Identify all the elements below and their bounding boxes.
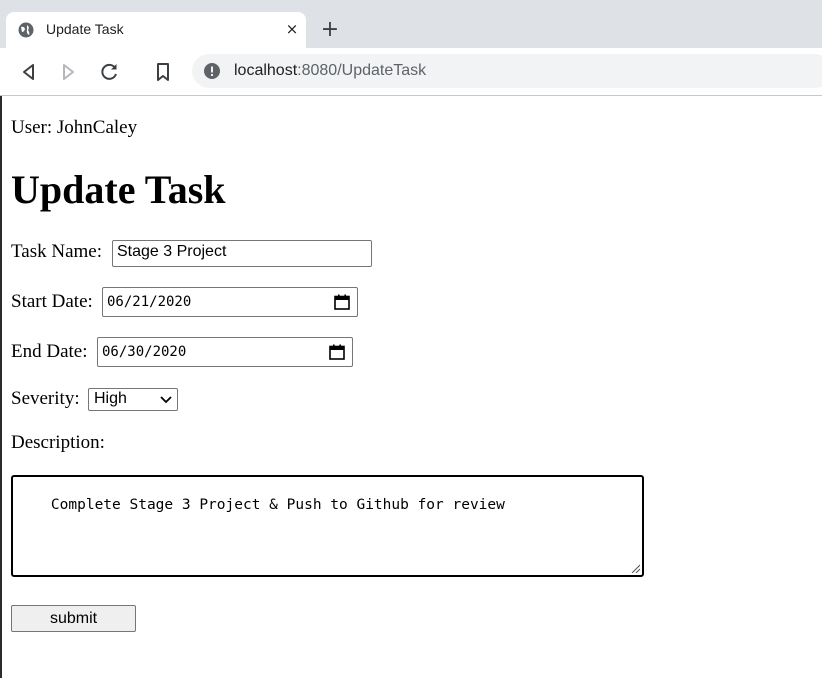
browser-tab[interactable]: Update Task × bbox=[6, 12, 306, 48]
task-name-label: Task Name: bbox=[11, 241, 103, 262]
new-tab-button[interactable]: + bbox=[318, 18, 342, 42]
globe-icon bbox=[18, 22, 34, 38]
page-title: Update Task bbox=[11, 167, 226, 212]
reload-icon[interactable] bbox=[97, 60, 121, 84]
description-value: Complete Stage 3 Project & Push to Githu… bbox=[50, 497, 505, 513]
bookmark-icon[interactable] bbox=[151, 60, 175, 84]
end-date-label: End Date: bbox=[11, 341, 88, 362]
tab-title: Update Task bbox=[46, 21, 124, 37]
task-name-input[interactable]: Stage 3 Project bbox=[112, 240, 372, 267]
calendar-icon[interactable] bbox=[329, 344, 345, 360]
chevron-down-icon bbox=[160, 396, 172, 404]
calendar-icon[interactable] bbox=[334, 294, 350, 310]
browser-tab-strip: Update Task × + bbox=[0, 0, 822, 48]
description-textarea[interactable]: Complete Stage 3 Project & Push to Githu… bbox=[11, 475, 644, 577]
forward-arrow-icon[interactable] bbox=[56, 60, 80, 84]
description-label: Description: bbox=[11, 432, 105, 453]
address-bar[interactable]: localhost:8080/UpdateTask bbox=[192, 54, 822, 88]
start-date-value: 06/21/2020 bbox=[107, 294, 192, 310]
end-date-value: 06/30/2020 bbox=[102, 344, 187, 360]
tab-close-icon[interactable]: × bbox=[283, 20, 301, 38]
back-arrow-icon[interactable] bbox=[17, 60, 41, 84]
url-host: localhost bbox=[234, 62, 298, 79]
info-icon[interactable] bbox=[204, 63, 220, 79]
start-date-label: Start Date: bbox=[11, 291, 93, 312]
severity-select[interactable]: High bbox=[88, 388, 178, 411]
severity-value: High bbox=[94, 390, 127, 407]
resize-handle-icon[interactable] bbox=[631, 564, 640, 573]
end-date-input[interactable]: 06/30/2020 bbox=[97, 337, 353, 367]
user-label: User: JohnCaley bbox=[11, 117, 138, 138]
window-left-edge bbox=[0, 96, 2, 678]
submit-button[interactable]: submit bbox=[11, 605, 136, 632]
page-content: User: JohnCaley Update Task Task Name: S… bbox=[0, 96, 822, 678]
url-text[interactable]: localhost:8080/UpdateTask bbox=[234, 62, 426, 80]
browser-toolbar: localhost:8080/UpdateTask bbox=[0, 48, 822, 96]
url-path: :8080/UpdateTask bbox=[297, 62, 427, 79]
start-date-input[interactable]: 06/21/2020 bbox=[102, 287, 358, 317]
severity-label: Severity: bbox=[11, 388, 80, 409]
